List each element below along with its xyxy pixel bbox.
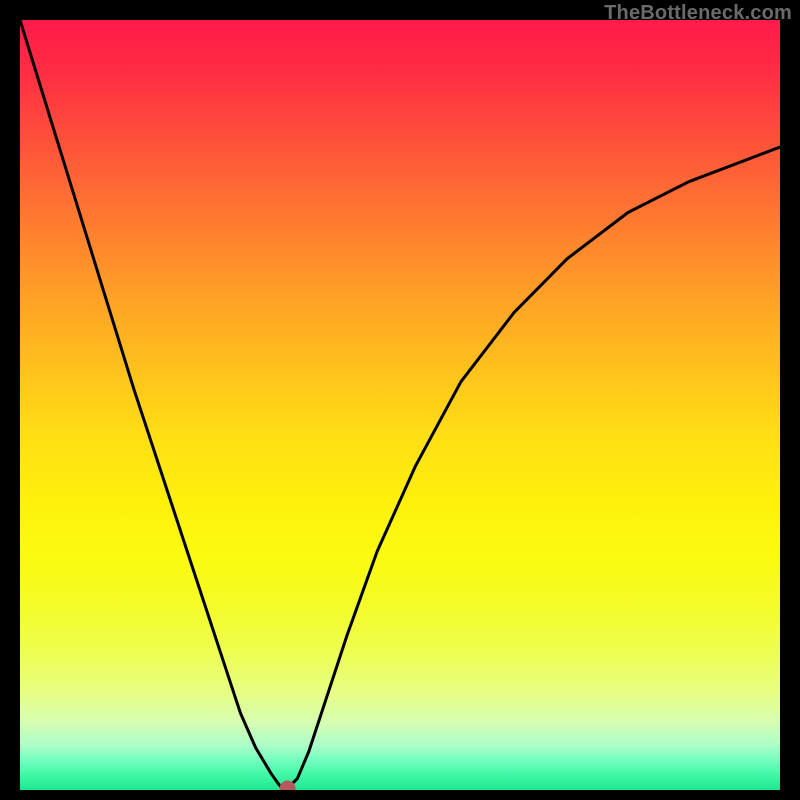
bottleneck-curve — [20, 20, 780, 788]
curve-layer — [20, 20, 780, 790]
chart-frame: TheBottleneck.com — [0, 0, 800, 800]
watermark-text: TheBottleneck.com — [604, 2, 792, 25]
plot-area — [20, 20, 780, 790]
